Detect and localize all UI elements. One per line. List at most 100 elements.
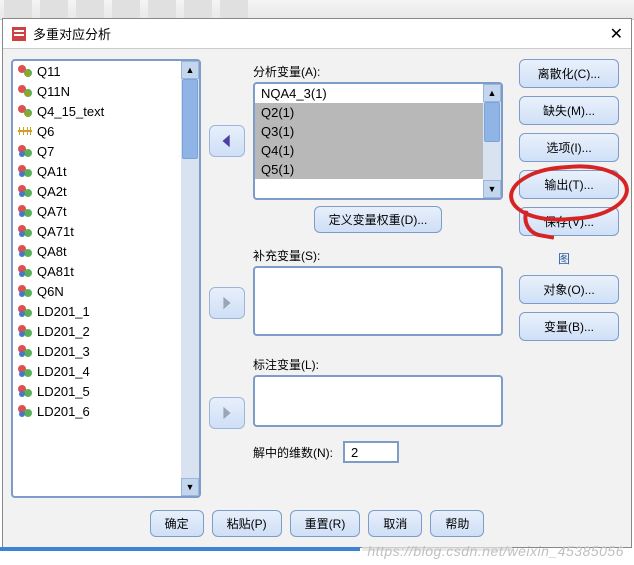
arrow-right-icon bbox=[218, 404, 236, 422]
variable-name: QA71t bbox=[37, 224, 74, 239]
cancel-button[interactable]: 取消 bbox=[368, 510, 422, 537]
variable-item[interactable]: LD201_4 bbox=[13, 361, 181, 381]
variable-item[interactable]: LD201_3 bbox=[13, 341, 181, 361]
variable-item[interactable]: Q6N bbox=[13, 281, 181, 301]
help-button[interactable]: 帮助 bbox=[430, 510, 484, 537]
variable-type-icon bbox=[17, 143, 33, 159]
variable-type-icon: a bbox=[17, 63, 33, 79]
variable-type-icon bbox=[17, 223, 33, 239]
dialog-button-row: 确定 粘贴(P) 重置(R) 取消 帮助 bbox=[3, 504, 631, 547]
close-icon[interactable]: ✕ bbox=[610, 24, 623, 44]
variable-item[interactable]: QA1t bbox=[13, 161, 181, 181]
scroll-thumb[interactable] bbox=[182, 79, 198, 159]
variable-name: QA1t bbox=[37, 164, 67, 179]
move-to-supplementary-button[interactable] bbox=[209, 287, 245, 319]
analysis-item[interactable]: NQA4_3(1) bbox=[255, 84, 483, 103]
analysis-item[interactable]: Q5(1) bbox=[255, 160, 483, 179]
dialog-window: 多重对应分析 ✕ a Q11 a Q11N aQ4_15_text Q6 Q7 QA1t QA2… bbox=[2, 18, 632, 548]
titlebar: 多重对应分析 ✕ bbox=[3, 19, 631, 49]
variable-button[interactable]: 变量(B)... bbox=[519, 312, 619, 341]
variable-item[interactable]: Q6 bbox=[13, 121, 181, 141]
scroll-down-icon[interactable]: ▼ bbox=[181, 478, 199, 496]
analysis-item[interactable]: Q4(1) bbox=[255, 141, 483, 160]
variable-type-icon bbox=[17, 383, 33, 399]
paste-button[interactable]: 粘贴(P) bbox=[212, 510, 282, 537]
variable-name: QA7t bbox=[37, 204, 67, 219]
variable-name: LD201_4 bbox=[37, 364, 90, 379]
variable-item[interactable]: a Q11N bbox=[13, 81, 181, 101]
variable-item[interactable]: LD201_1 bbox=[13, 301, 181, 321]
scroll-up-icon[interactable]: ▲ bbox=[483, 84, 501, 102]
move-to-label-button[interactable] bbox=[209, 397, 245, 429]
variable-type-icon bbox=[17, 243, 33, 259]
label-variable-list[interactable] bbox=[253, 375, 503, 427]
background-toolbar bbox=[0, 0, 634, 20]
arrow-left-icon bbox=[218, 132, 236, 150]
variable-item[interactable]: QA81t bbox=[13, 261, 181, 281]
variable-name: Q7 bbox=[37, 144, 54, 159]
variable-name: LD201_6 bbox=[37, 404, 90, 419]
analysis-variable-list[interactable]: NQA4_3(1)Q2(1)Q3(1)Q4(1)Q5(1) ▲ ▼ bbox=[253, 82, 503, 200]
supplementary-label: 补充变量(S): bbox=[253, 247, 503, 264]
discretize-button[interactable]: 离散化(C)... bbox=[519, 59, 619, 88]
variable-item[interactable]: LD201_5 bbox=[13, 381, 181, 401]
supplementary-list[interactable] bbox=[253, 266, 503, 336]
variable-type-icon bbox=[17, 203, 33, 219]
app-icon bbox=[11, 26, 27, 42]
variable-name: Q4_15_text bbox=[37, 104, 104, 119]
variable-item[interactable]: LD201_6 bbox=[13, 401, 181, 421]
decorative-line bbox=[0, 547, 360, 551]
variable-type-icon bbox=[17, 183, 33, 199]
variable-type-icon bbox=[17, 303, 33, 319]
variable-name: LD201_2 bbox=[37, 324, 90, 339]
variable-name: QA8t bbox=[37, 244, 67, 259]
variable-type-icon bbox=[17, 263, 33, 279]
variable-type-icon bbox=[17, 283, 33, 299]
output-button[interactable]: 输出(T)... bbox=[519, 170, 619, 199]
variable-item[interactable]: LD201_2 bbox=[13, 321, 181, 341]
label-vars-label: 标注变量(L): bbox=[253, 356, 503, 373]
variable-type-icon bbox=[17, 163, 33, 179]
variable-type-icon bbox=[17, 323, 33, 339]
arrow-right-icon bbox=[218, 294, 236, 312]
save-button[interactable]: 保存(V)... bbox=[519, 207, 619, 236]
analysis-item[interactable]: Q2(1) bbox=[255, 103, 483, 122]
decorative-line bbox=[362, 547, 512, 551]
define-weight-button[interactable]: 定义变量权重(D)... bbox=[314, 206, 443, 233]
source-variable-list[interactable]: a Q11 a Q11N aQ4_15_text Q6 Q7 QA1t QA2t QA7t QA71… bbox=[11, 59, 201, 498]
variable-name: Q6N bbox=[37, 284, 64, 299]
variable-type-icon bbox=[17, 363, 33, 379]
variable-name: QA81t bbox=[37, 264, 74, 279]
missing-button[interactable]: 缺失(M)... bbox=[519, 96, 619, 125]
left-scrollbar[interactable]: ▲ ▼ bbox=[181, 61, 199, 496]
variable-type-icon bbox=[17, 123, 33, 139]
variable-item[interactable]: QA8t bbox=[13, 241, 181, 261]
scroll-down-icon[interactable]: ▼ bbox=[483, 180, 501, 198]
variable-item[interactable]: QA71t bbox=[13, 221, 181, 241]
variable-item[interactable]: QA7t bbox=[13, 201, 181, 221]
variable-name: Q11N bbox=[37, 84, 70, 99]
variable-name: LD201_5 bbox=[37, 384, 90, 399]
variable-type-icon: a bbox=[17, 83, 33, 99]
variable-name: Q6 bbox=[37, 124, 54, 139]
variable-name: LD201_3 bbox=[37, 344, 90, 359]
scroll-up-icon[interactable]: ▲ bbox=[181, 61, 199, 79]
dimensions-label: 解中的维数(N): bbox=[253, 444, 333, 461]
variable-item[interactable]: a Q11 bbox=[13, 61, 181, 81]
reset-button[interactable]: 重置(R) bbox=[290, 510, 361, 537]
analysis-scrollbar[interactable]: ▲ ▼ bbox=[483, 84, 501, 198]
group-label: 图 bbox=[558, 250, 570, 267]
object-button[interactable]: 对象(O)... bbox=[519, 275, 619, 304]
variable-name: Q11 bbox=[37, 64, 61, 79]
options-button[interactable]: 选项(I)... bbox=[519, 133, 619, 162]
dimensions-input[interactable] bbox=[343, 441, 399, 463]
variable-item[interactable]: aQ4_15_text bbox=[13, 101, 181, 121]
variable-item[interactable]: Q7 bbox=[13, 141, 181, 161]
variable-item[interactable]: QA2t bbox=[13, 181, 181, 201]
ok-button[interactable]: 确定 bbox=[150, 510, 204, 537]
analysis-item[interactable]: Q3(1) bbox=[255, 122, 483, 141]
variable-type-icon bbox=[17, 403, 33, 419]
move-to-analysis-button[interactable] bbox=[209, 125, 245, 157]
variable-name: LD201_1 bbox=[37, 304, 90, 319]
scroll-thumb[interactable] bbox=[484, 102, 500, 142]
